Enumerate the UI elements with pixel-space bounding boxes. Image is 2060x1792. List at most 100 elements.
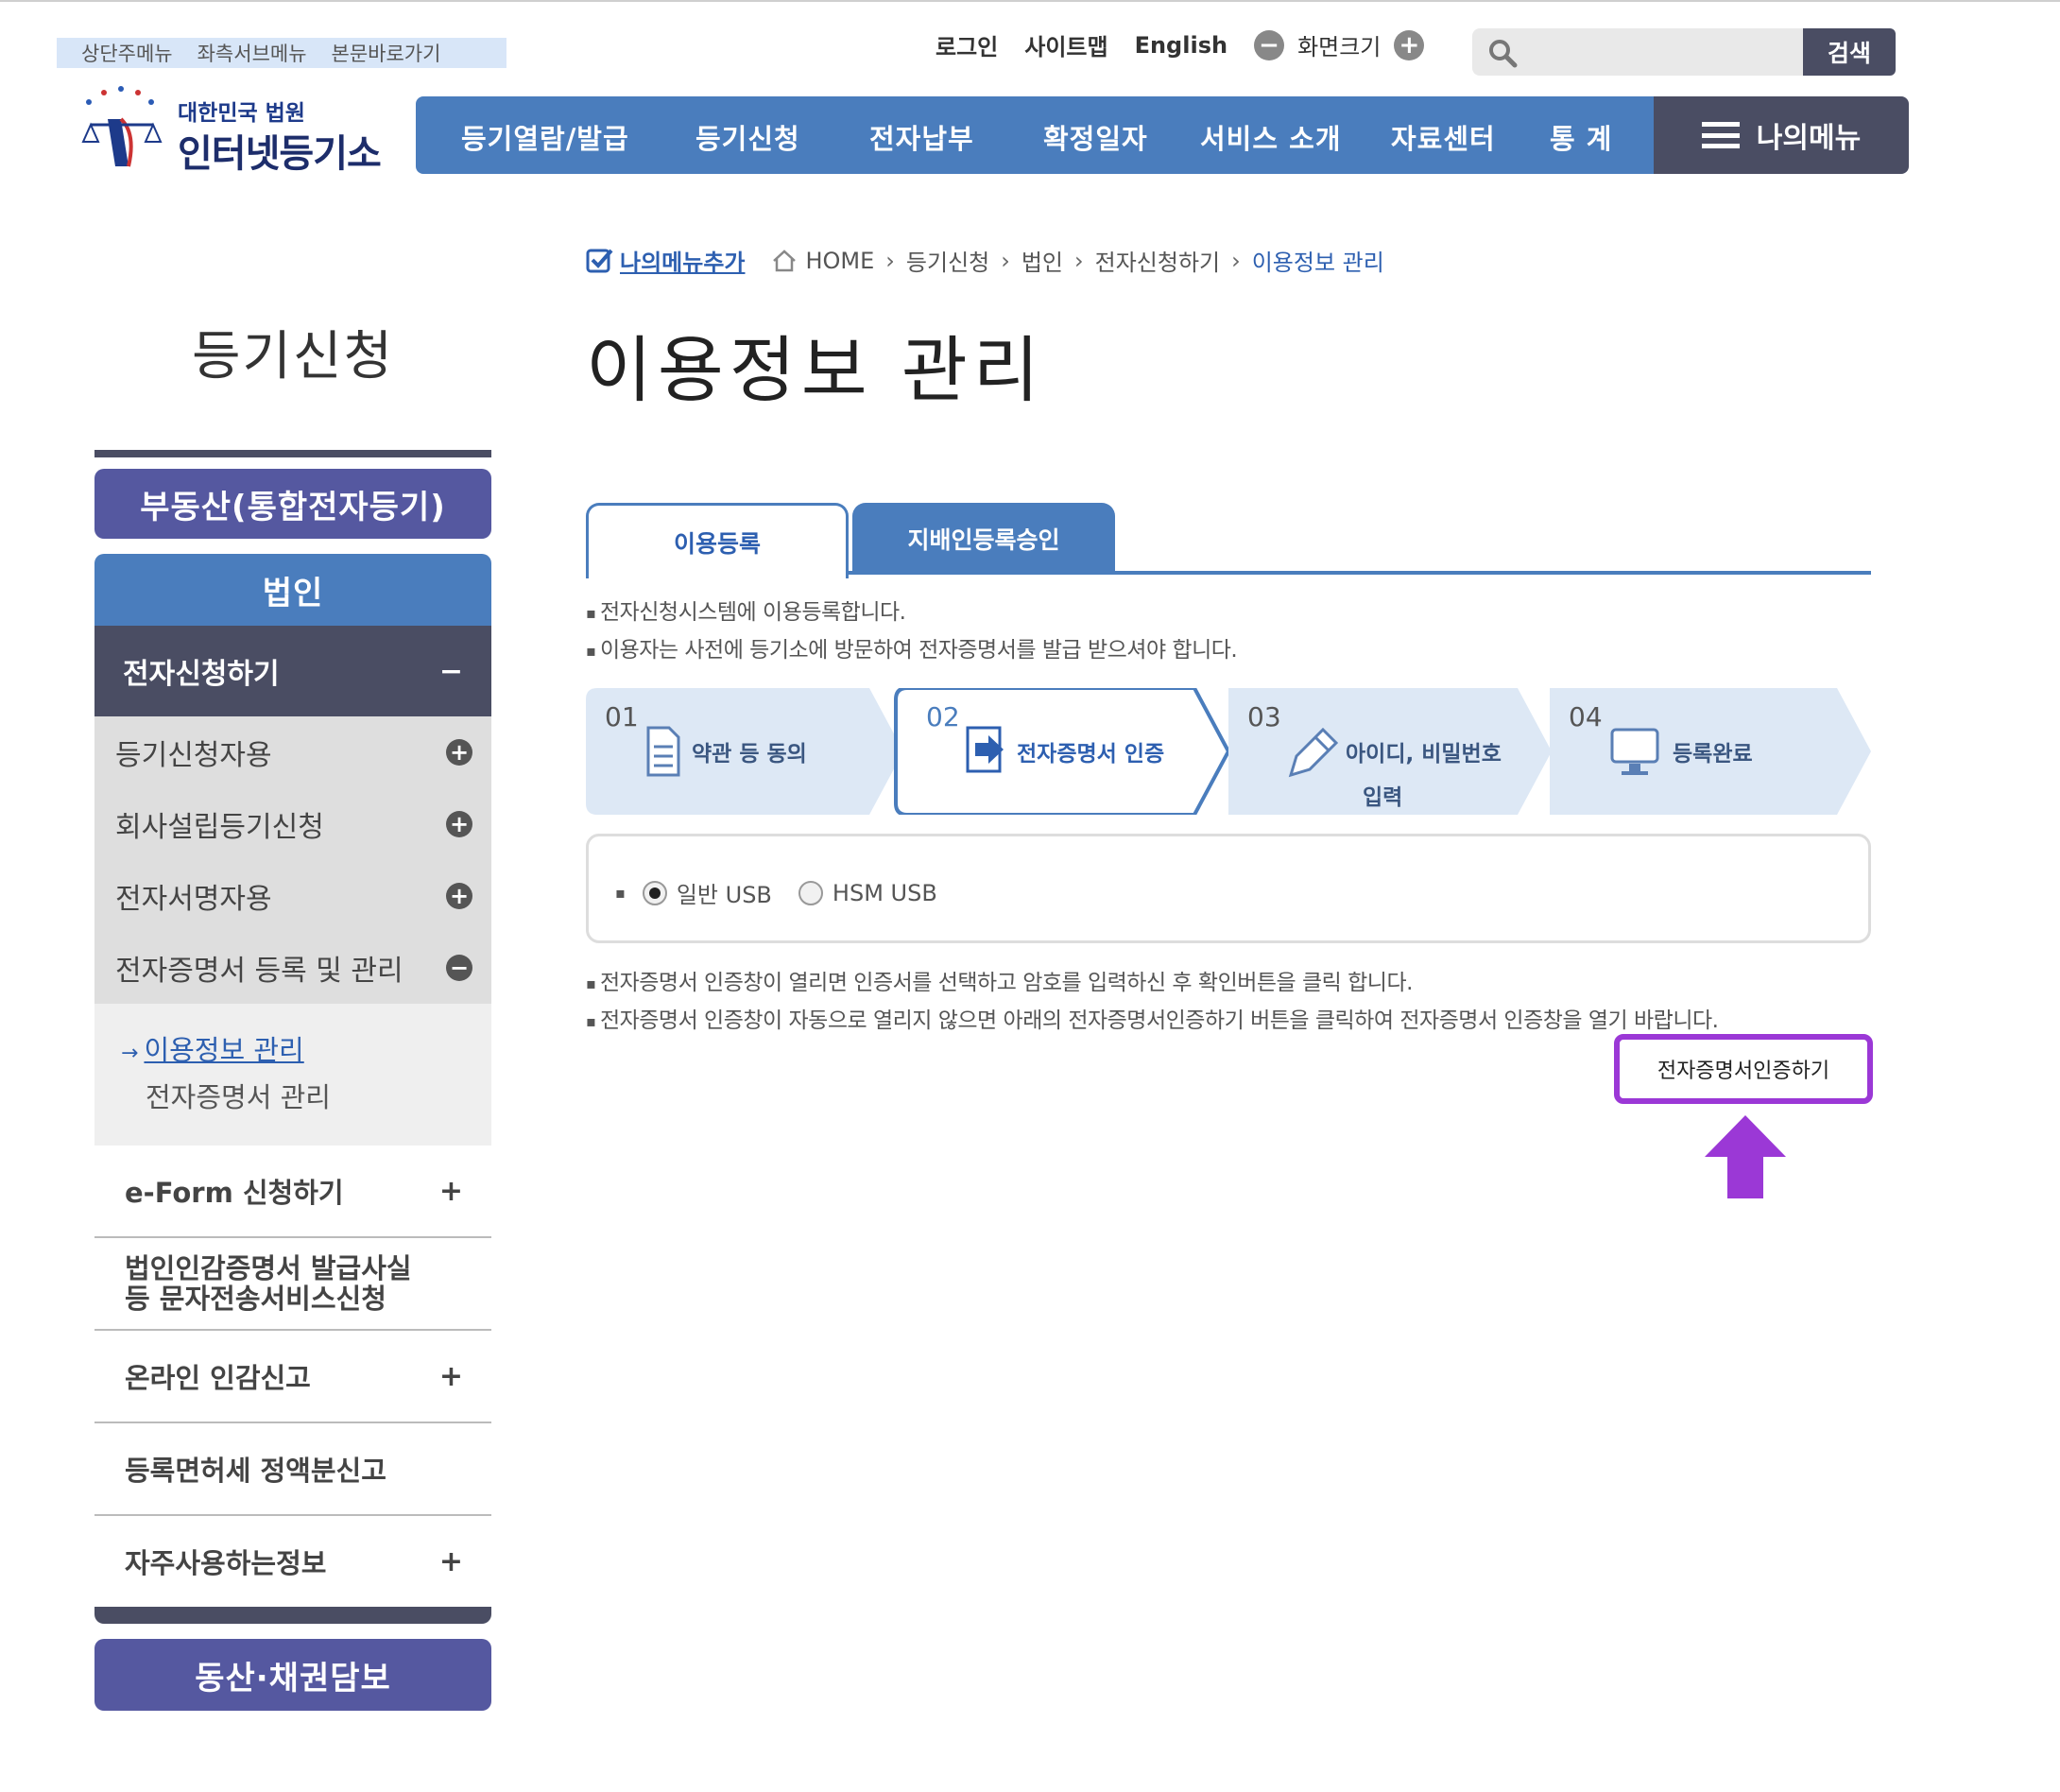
skip-link-top-menu[interactable]: 상단주메뉴 (81, 39, 173, 67)
plus-icon[interactable]: + (439, 1360, 463, 1393)
sidebar-menu-label: 온라인 인감신고 (125, 1362, 311, 1394)
plus-icon[interactable]: + (439, 1175, 463, 1208)
sidebar-menu-frequent[interactable]: 자주사용하는정보 + (94, 1516, 491, 1607)
info-note: 이용자는 사전에 등기소에 방문하여 전자증명서를 발급 받으셔야 합니다. (586, 631, 1238, 663)
plus-icon[interactable]: + (439, 1545, 463, 1578)
english-link[interactable]: English (1135, 32, 1227, 59)
sidebar-sub-item[interactable]: 등기신청자용 + (94, 716, 491, 788)
chevron-right-icon: › (1074, 247, 1084, 274)
step-progress: 01 약관 등 동의 02 전자증명서 인증 03 아이디, 비밀번호 입력 0… (586, 688, 1871, 815)
sidebar-submenu: 등기신청자용 + 회사설립등기신청 + 전자서명자용 + 전자증명서 등록 및 … (94, 716, 491, 1004)
logo-line2: 인터넷등기소 (178, 132, 382, 176)
step-number-active: 02 (926, 701, 960, 732)
radio-label: 일반 USB (676, 882, 772, 908)
sidebar-item-corporation[interactable]: 법인 (94, 554, 491, 626)
add-my-menu-link[interactable]: 나의메뉴추가 (586, 244, 745, 277)
usb-option-box: ▪ 일반 USB HSM USB (586, 834, 1871, 943)
add-my-menu-label: 나의메뉴추가 (620, 250, 746, 276)
skip-link-left-menu[interactable]: 좌측서브메뉴 (197, 39, 307, 67)
step-number: 01 (605, 701, 639, 732)
page-title: 이용정보 관리 (586, 328, 1045, 412)
tab-registration[interactable]: 이용등록 (586, 503, 849, 578)
breadcrumb-item[interactable]: 등기신청 (906, 244, 989, 277)
sidebar-sub-label: 전자증명서 등록 및 관리 (115, 955, 403, 988)
gnb-item-service[interactable]: 서비스 소개 (1200, 117, 1342, 157)
arrow-up-icon (1705, 1115, 1786, 1198)
sidebar-leaf-current[interactable]: → 이용정보 관리 (121, 1028, 304, 1068)
sidebar-sub-label: 회사설립등기신청 (115, 811, 324, 844)
sidebar-menu-registration-tax[interactable]: 등록면허세 정액분신고 (94, 1423, 491, 1516)
step-label: 아이디, 비밀번호 (1346, 742, 1502, 767)
search-icon (1489, 40, 1518, 68)
expand-icon[interactable]: + (446, 883, 472, 909)
login-arrow-icon (966, 726, 1004, 773)
radio-label: HSM USB (832, 879, 937, 906)
sidebar-menu-sms-service[interactable]: 법인인감증명서 발급사실 등 문자전송서비스신청 (94, 1238, 491, 1331)
sidebar-top-bar (94, 450, 491, 457)
skip-link-content[interactable]: 본문바로가기 (332, 39, 441, 67)
sidebar-title: 등기신청 (191, 326, 395, 388)
sidebar-item-movable[interactable]: 동산·채권담보 (94, 1639, 491, 1711)
sidebar-menu-online-seal[interactable]: 온라인 인감신고 + (94, 1331, 491, 1423)
zoom-label: 화면크기 (1297, 34, 1382, 60)
usb-radio-group: ▪ 일반 USB HSM USB (615, 876, 937, 909)
gnb-item-resources[interactable]: 자료센터 (1391, 117, 1496, 157)
sitemap-link[interactable]: 사이트맵 (1024, 28, 1107, 61)
gnb-item-view-issue[interactable]: 등기열람/발급 (461, 117, 629, 157)
breadcrumb-item[interactable]: 법인 (1021, 244, 1063, 277)
global-nav: 등기열람/발급 등기신청 전자납부 확정일자 서비스 소개 자료센터 통 계 (416, 96, 1654, 174)
step-number: 03 (1247, 701, 1281, 732)
breadcrumb-item[interactable]: 전자신청하기 (1095, 244, 1220, 277)
top-border (0, 0, 2060, 2)
tab-underline (849, 571, 1871, 575)
info-note: 전자증명서 인증창이 열리면 인증서를 선택하고 암호를 입력하신 후 확인버튼… (586, 964, 1414, 996)
sidebar-menu-label: 법인인감증명서 발급사실 등 문자전송서비스신청 (125, 1252, 412, 1315)
gnb-item-payment[interactable]: 전자납부 (869, 117, 974, 157)
my-menu-label: 나의메뉴 (1756, 122, 1862, 155)
skip-links: 상단주메뉴 좌측서브메뉴 본문바로가기 (57, 38, 506, 68)
arrow-right-icon: → (121, 1042, 139, 1065)
cert-auth-button[interactable]: 전자증명서인증하기 (1614, 1034, 1873, 1104)
logo-line1: 대한민국 법원 (178, 101, 305, 126)
sidebar-bottom-bar (94, 1607, 491, 1624)
sidebar-menu-label: 자주사용하는정보 (125, 1547, 327, 1579)
zoom-in-icon[interactable]: + (1394, 29, 1425, 60)
gnb-item-fixed-date[interactable]: 확정일자 (1043, 117, 1148, 157)
info-note: 전자신청시스템에 이용등록합니다. (586, 594, 906, 626)
step-label-line2: 입력 (1363, 785, 1403, 810)
radio-general-usb[interactable] (642, 880, 667, 905)
step-label: 등록완료 (1673, 742, 1753, 767)
step-number: 04 (1569, 701, 1603, 732)
sidebar-leaf-label: 이용정보 관리 (144, 1034, 304, 1066)
gnb-item-stats[interactable]: 통 계 (1550, 117, 1612, 157)
chevron-right-icon: › (1231, 247, 1241, 274)
sidebar-leaf-item[interactable]: 전자증명서 관리 (146, 1076, 331, 1115)
my-menu-button[interactable]: 나의메뉴 (1654, 96, 1909, 174)
document-icon (646, 726, 680, 777)
sidebar-sub-item[interactable]: 전자증명서 등록 및 관리 − (94, 932, 491, 1004)
zoom-out-icon[interactable]: − (1254, 29, 1285, 60)
collapse-icon[interactable]: − (439, 655, 463, 688)
chevron-right-icon: › (1001, 247, 1010, 274)
sidebar-item-real-estate[interactable]: 부동산(통합전자등기) (94, 469, 491, 539)
login-link[interactable]: 로그인 (936, 28, 998, 61)
site-logo[interactable]: 대한민국 법원 인터넷등기소 (70, 81, 391, 176)
search-button[interactable]: 검색 (1803, 28, 1896, 76)
collapse-icon[interactable]: − (446, 955, 472, 981)
expand-icon[interactable]: + (446, 739, 472, 766)
radio-hsm-usb[interactable] (798, 880, 823, 905)
sidebar-leaf-list: → 이용정보 관리 전자증명서 관리 (94, 1004, 491, 1146)
tab-manager-approval[interactable]: 지배인등록승인 (852, 503, 1115, 575)
sidebar-sub-item[interactable]: 회사설립등기신청 + (94, 788, 491, 860)
sidebar-item-e-apply[interactable]: 전자신청하기 − (94, 626, 491, 716)
expand-icon[interactable]: + (446, 811, 472, 837)
breadcrumb: 나의메뉴추가 HOME › 등기신청 › 법인 › 전자신청하기 › 이용정보 … (586, 244, 1384, 277)
breadcrumb-home[interactable]: HOME (805, 248, 874, 274)
checkbox-icon (586, 249, 613, 272)
sidebar-sub-label: 전자서명자용 (115, 883, 272, 916)
search-input[interactable] (1472, 28, 1805, 76)
sidebar-sub-label: 등기신청자용 (115, 739, 272, 772)
gnb-item-apply[interactable]: 등기신청 (695, 117, 800, 157)
sidebar-sub-item[interactable]: 전자서명자용 + (94, 860, 491, 932)
sidebar-menu-eform[interactable]: e-Form 신청하기 + (94, 1146, 491, 1238)
